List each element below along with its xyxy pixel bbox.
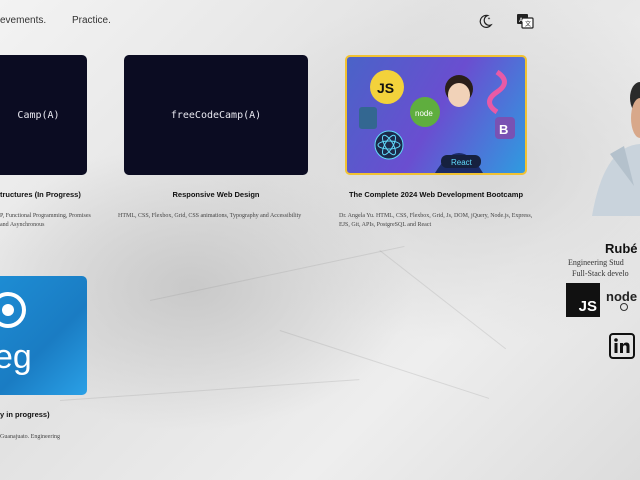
nodejs-badge-text: node [606, 289, 638, 304]
profile-name: Rubé [605, 241, 638, 256]
thumbnail-text: freeCodeCamp(A) [170, 109, 262, 121]
course-title: y in progress) [0, 410, 50, 419]
js-logo-text: JS [377, 80, 394, 96]
moon-star-icon[interactable] [476, 12, 494, 30]
marble-vein [60, 379, 360, 401]
marble-vein [279, 330, 490, 399]
nodejs-badge-icon: node [606, 287, 640, 313]
course-thumbnail[interactable]: JS node B React [345, 55, 527, 175]
js-badge-icon: JS [566, 283, 600, 317]
js-badge-text: JS [578, 298, 597, 315]
course-thumbnail[interactable]: Camp(A) [0, 55, 87, 175]
nav-link-achievements[interactable]: evements. [0, 15, 46, 26]
language-icon[interactable]: A 文 [516, 12, 534, 30]
course-description: Guanajuato. Engineering [0, 434, 60, 440]
course-title: The Complete 2024 Web Development Bootca… [348, 190, 524, 199]
profile-photo [584, 46, 640, 216]
react-logo-text: React [451, 158, 473, 167]
nav-link-practice[interactable]: Practice. [72, 15, 111, 26]
bootstrap-logo-text: B [499, 122, 508, 137]
profile-subtitle: Engineering Stud [568, 258, 624, 267]
udeg-logo-text: eg [0, 338, 32, 376]
marble-vein [379, 250, 507, 350]
marble-vein [150, 245, 405, 301]
profile-subtitle: Full-Stack develo [572, 269, 629, 278]
course-description: HTML, CSS, Flexbox, Grid, CSS animations… [118, 213, 302, 219]
course-thumbnail[interactable]: freeCodeCamp(A) [124, 55, 308, 175]
course-title: Responsive Web Design [172, 190, 260, 199]
linkedin-icon[interactable] [609, 333, 635, 359]
course-title: tructures (In Progress) [0, 190, 81, 199]
course-thumbnail[interactable]: eg [0, 276, 87, 395]
svg-text:文: 文 [525, 20, 531, 28]
thumbnail-text: Camp(A) [17, 109, 60, 121]
course-description: P, Functional Programming, Promises and … [0, 213, 91, 228]
course-description: Dr. Angela Yu. HTML, CSS, Flexbox, Grid,… [339, 213, 533, 228]
node-logo-text: node [415, 109, 433, 118]
